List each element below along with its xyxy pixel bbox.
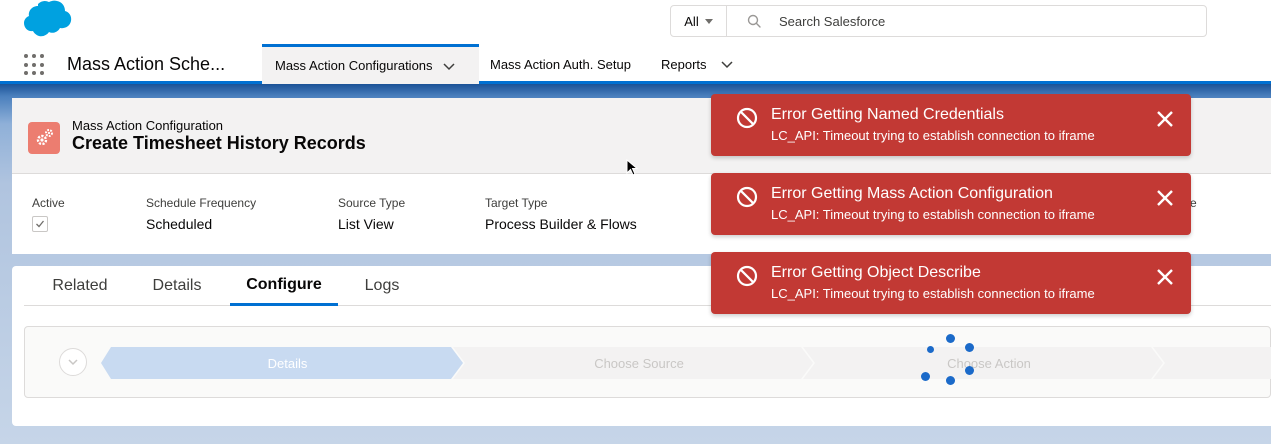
tab-label: Details [152,277,202,294]
field-value: Scheduled [146,216,213,232]
active-checkbox [32,216,48,232]
record-object-label: Mass Action Configuration [72,118,224,133]
field-label: Source Type [338,196,406,210]
field-target-type: Target Type Process Builder & Flows [485,196,637,232]
field-label: Schedule Frequency [146,196,257,210]
nav-item-reports[interactable]: Reports [661,44,733,84]
path-stage-choose-source[interactable]: Choose Source [465,347,813,379]
chevron-down-icon[interactable] [443,60,455,72]
chevron-down-icon[interactable] [721,58,733,70]
nav-item-label: Mass Action Configurations [275,58,433,73]
toast-title: Error Getting Mass Action Configuration [771,185,1053,202]
global-search: All [670,5,1207,37]
gears-icon [28,122,60,154]
nav-item-label: Reports [661,56,707,72]
field-label: Active [32,196,65,210]
tab-label: Logs [364,277,400,294]
salesforce-logo[interactable] [14,0,74,42]
field-schedule-frequency: Schedule Frequency Scheduled [146,196,256,232]
field-label: Target Type [485,196,548,210]
search-icon [747,14,761,28]
tab-related[interactable]: Related [40,266,120,306]
search-input[interactable] [779,13,1179,29]
tab-configure[interactable]: Configure [230,266,338,306]
search-scope-label: All [684,13,699,29]
path-stage-label: Choose Source [594,355,684,371]
nav-item-mass-action-auth-setup[interactable]: Mass Action Auth. Setup [490,44,631,84]
path-stage-shape [1153,347,1271,379]
close-icon[interactable] [1155,109,1175,129]
close-icon[interactable] [1155,267,1175,287]
search-scope-dropdown[interactable]: All [671,6,727,36]
app-launcher-icon[interactable] [24,54,46,76]
nav-item-label: Mass Action Auth. Setup [490,56,631,72]
toast-title: Error Getting Named Credentials [771,106,1004,123]
error-toast: Error Getting Mass Action Configuration … [711,173,1191,235]
path-stage-details[interactable]: Details [115,347,460,379]
chevron-down-icon [68,359,78,366]
caret-down-icon [704,18,713,24]
global-header: All [0,0,1271,44]
error-ban-icon [736,265,758,287]
tab-logs[interactable]: Logs [354,266,410,306]
close-icon[interactable] [1155,188,1175,208]
toast-message: LC_API: Timeout trying to establish conn… [771,128,1095,143]
error-ban-icon [736,107,758,129]
toast-message: LC_API: Timeout trying to establish conn… [771,207,1095,222]
loading-spinner [918,332,978,388]
path-component: Details Choose Source Choose Action [24,326,1271,398]
field-value: Process Builder & Flows [485,216,637,232]
search-field [727,6,1206,36]
nav-item-mass-action-configurations[interactable]: Mass Action Configurations [262,44,479,84]
path-stage-label: Details [267,355,308,371]
tab-details[interactable]: Details [140,266,214,306]
mouse-cursor-icon [626,159,638,176]
path-stage-choose-action[interactable]: Choose Action [815,347,1163,379]
record-title: Create Timesheet History Records [72,133,366,153]
error-ban-icon [736,186,758,208]
toast-message: LC_API: Timeout trying to establish conn… [771,286,1095,301]
error-toast: Error Getting Object Describe LC_API: Ti… [711,252,1191,314]
app-name: Mass Action Sche... [67,54,226,74]
app-navigation-bar: Mass Action Sche... Mass Action Configur… [0,44,1271,84]
tab-label: Configure [246,275,322,293]
field-source-type: Source Type List View [338,196,405,232]
toast-title: Error Getting Object Describe [771,264,981,281]
field-value: List View [338,216,394,232]
path-toggle-button[interactable] [59,348,87,376]
tab-label: Related [52,277,108,294]
checkmark-icon [36,220,45,228]
field-active: Active [32,196,65,232]
error-toast: Error Getting Named Credentials LC_API: … [711,94,1191,156]
